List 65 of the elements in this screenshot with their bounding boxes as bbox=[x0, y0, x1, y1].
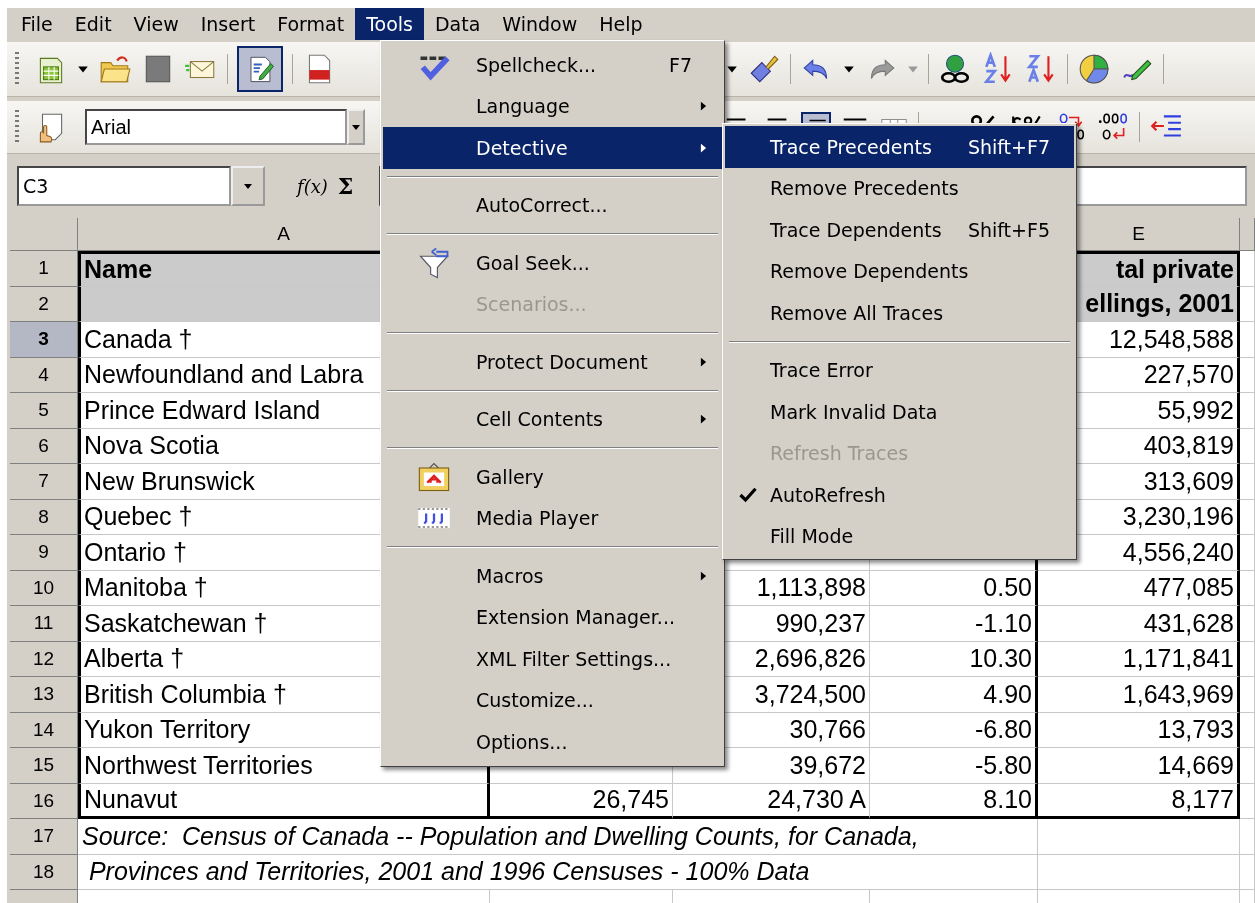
row-header[interactable]: 1 bbox=[10, 251, 78, 287]
menu-bar-item[interactable]: Insert bbox=[189, 8, 267, 40]
globe-chain-icon[interactable] bbox=[938, 52, 972, 86]
caret-icon bbox=[243, 181, 253, 191]
table-cell: 13,793 bbox=[1038, 712, 1240, 748]
row-header[interactable]: 3 bbox=[10, 322, 78, 358]
menu-item[interactable]: Spellcheck... F7 bbox=[383, 44, 722, 86]
table-cell: -5.80 bbox=[870, 748, 1038, 784]
sum-button[interactable]: Σ bbox=[331, 173, 360, 199]
row-header[interactable]: 16 bbox=[10, 783, 78, 819]
menu-item[interactable]: Language bbox=[383, 85, 722, 127]
row-header[interactable]: 4 bbox=[10, 357, 78, 393]
row-header[interactable]: 13 bbox=[10, 677, 78, 713]
row-header[interactable]: 8 bbox=[10, 499, 78, 535]
table-cell: Source: Census of Canada -- Population and Dwelling Counts, for Canada, bbox=[78, 819, 1038, 855]
select-all-corner[interactable] bbox=[10, 218, 78, 251]
toolbar-grip[interactable] bbox=[15, 52, 19, 86]
table-cell: 1,643,969 bbox=[1038, 677, 1240, 713]
menu-bar-item[interactable]: Edit bbox=[63, 8, 123, 40]
table-cell: 0.50 bbox=[870, 570, 1038, 606]
dropdown-button[interactable] bbox=[347, 109, 365, 145]
function-wizard-button[interactable]: f(x) bbox=[293, 175, 332, 197]
menu-bar-item[interactable]: File bbox=[10, 8, 64, 40]
menu-bar-item[interactable]: Help bbox=[588, 8, 654, 40]
row-header[interactable]: 6 bbox=[10, 428, 78, 464]
row-header[interactable]: 5 bbox=[10, 393, 78, 429]
menu-bar-item[interactable]: Tools bbox=[355, 8, 424, 40]
table-cell: 431,628 bbox=[1038, 606, 1240, 642]
pie-chart-icon[interactable] bbox=[1077, 52, 1111, 86]
row-header[interactable]: 18 bbox=[10, 854, 78, 890]
table-cell: 24,730 A bbox=[673, 783, 870, 819]
menu-item[interactable]: Detective bbox=[383, 127, 722, 169]
table-cell: 8.10 bbox=[870, 783, 1038, 819]
caret-icon bbox=[351, 122, 361, 132]
table-cell: 10.30 bbox=[870, 641, 1038, 677]
table-cell: 1,171,841 bbox=[1038, 641, 1240, 677]
row-header[interactable]: 9 bbox=[10, 535, 78, 571]
table-cell: 4.90 bbox=[870, 677, 1038, 713]
table-cell: Nunavut bbox=[78, 783, 490, 819]
row-header[interactable]: 17 bbox=[10, 819, 78, 855]
toolbar-grip[interactable] bbox=[15, 110, 19, 144]
table-cell: 14,669 bbox=[1038, 748, 1240, 784]
row-header[interactable]: 14 bbox=[10, 712, 78, 748]
table-cell: -1.10 bbox=[870, 606, 1038, 642]
row-header[interactable]: 10 bbox=[10, 570, 78, 606]
table-cell: Provinces and Territories, 2001 and 1996 Censuses - 100% Data bbox=[78, 854, 1038, 890]
table-cell: 26,745 bbox=[490, 783, 673, 819]
column-header[interactable] bbox=[1240, 218, 1255, 251]
menu-item[interactable]: Remove Precedents bbox=[725, 167, 1074, 209]
menu-item[interactable]: Trace Precedents Shift+F7 bbox=[725, 126, 1074, 168]
row-header[interactable]: 12 bbox=[10, 641, 78, 677]
row-header[interactable]: 7 bbox=[10, 464, 78, 500]
table-cell: 8,177 bbox=[1038, 783, 1240, 819]
menu-bar-item[interactable]: Window bbox=[491, 8, 589, 40]
font-name-field[interactable]: Arial bbox=[85, 109, 347, 145]
name-box[interactable]: C3 bbox=[17, 166, 231, 206]
menu-bar-item[interactable]: View bbox=[122, 8, 190, 40]
table-cell: -6.80 bbox=[870, 712, 1038, 748]
row-header[interactable]: 15 bbox=[10, 748, 78, 784]
row-header[interactable]: 2 bbox=[10, 286, 78, 322]
edit-file-icon[interactable] bbox=[237, 46, 283, 92]
menu-bar-item[interactable]: Format bbox=[266, 8, 356, 40]
table-cell: 477,085 bbox=[1038, 570, 1240, 606]
row-header[interactable]: 11 bbox=[10, 606, 78, 642]
menu-bar-item[interactable]: Data bbox=[423, 8, 492, 40]
